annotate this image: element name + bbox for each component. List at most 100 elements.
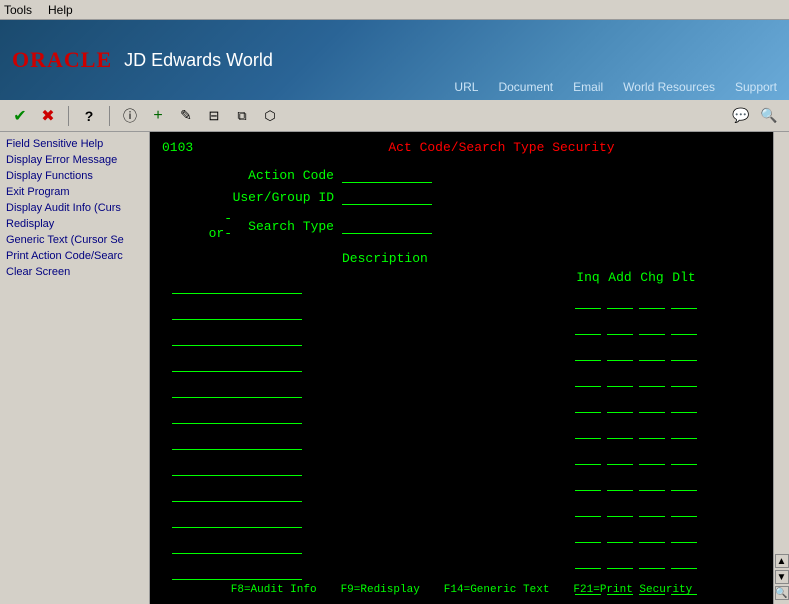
- dlt-row-13[interactable]: [671, 597, 697, 604]
- add-row-1[interactable]: [607, 285, 633, 309]
- ok-button[interactable]: ✔: [8, 104, 32, 128]
- dlt-row-10[interactable]: [671, 519, 697, 543]
- desc-row-6[interactable]: [172, 400, 302, 424]
- sidebar-item-field-sensitive-help[interactable]: Field Sensitive Help: [0, 136, 149, 152]
- desc-row-11[interactable]: [172, 530, 302, 554]
- desc-row-12[interactable]: [172, 556, 302, 580]
- nav-email[interactable]: Email: [573, 80, 603, 94]
- chg-row-10[interactable]: [639, 519, 665, 543]
- scroll-down-button[interactable]: ▼: [775, 570, 789, 584]
- inq-row-1[interactable]: [575, 285, 601, 309]
- add-row-3[interactable]: [607, 337, 633, 361]
- cancel-button[interactable]: ✖: [36, 104, 60, 128]
- delete-button[interactable]: ⊟: [202, 104, 226, 128]
- sidebar-item-display-error-message[interactable]: Display Error Message: [0, 152, 149, 168]
- scroll-zoom-button[interactable]: 🔍: [775, 586, 789, 600]
- inq-row-3[interactable]: [575, 337, 601, 361]
- add-button[interactable]: +: [146, 104, 170, 128]
- desc-row-5[interactable]: [172, 374, 302, 398]
- inq-row-7[interactable]: [575, 441, 601, 465]
- desc-row-9[interactable]: [172, 478, 302, 502]
- add-row-2[interactable]: [607, 311, 633, 335]
- add-row-5[interactable]: [607, 389, 633, 413]
- sidebar-item-redisplay[interactable]: Redisplay: [0, 216, 149, 232]
- inq-row-6[interactable]: [575, 415, 601, 439]
- nav-support[interactable]: Support: [735, 80, 777, 94]
- inq-row-8[interactable]: [575, 467, 601, 491]
- dlt-row-2[interactable]: [671, 311, 697, 335]
- nav-document[interactable]: Document: [498, 80, 553, 94]
- help-button[interactable]: ?: [77, 104, 101, 128]
- inq-row-2[interactable]: [575, 311, 601, 335]
- chg-row-6[interactable]: [639, 415, 665, 439]
- inq-row-4[interactable]: [575, 363, 601, 387]
- sidebar-item-generic-text[interactable]: Generic Text (Cursor Se: [0, 232, 149, 248]
- user-group-row: User/Group ID: [202, 189, 761, 205]
- chg-row-3[interactable]: [639, 337, 665, 361]
- paste-icon[interactable]: ⬡: [258, 104, 282, 128]
- copy-button[interactable]: ⧉: [230, 104, 254, 128]
- dlt-row-8[interactable]: [671, 467, 697, 491]
- chg-row-11[interactable]: [639, 545, 665, 569]
- inq-row-10[interactable]: [575, 519, 601, 543]
- menu-help[interactable]: Help: [48, 3, 73, 17]
- chg-row-7[interactable]: [639, 441, 665, 465]
- chg-row-5[interactable]: [639, 389, 665, 413]
- inq-row-5[interactable]: [575, 389, 601, 413]
- chg-row-2[interactable]: [639, 311, 665, 335]
- info-button[interactable]: ⓘ: [118, 104, 142, 128]
- dlt-row-1[interactable]: [671, 285, 697, 309]
- dlt-row-3[interactable]: [671, 337, 697, 361]
- add-row-11[interactable]: [607, 545, 633, 569]
- desc-row-10[interactable]: [172, 504, 302, 528]
- add-row-9[interactable]: [607, 493, 633, 517]
- fkey-f8[interactable]: F8=Audit Info: [231, 584, 317, 596]
- dlt-row-9[interactable]: [671, 493, 697, 517]
- user-group-input[interactable]: [342, 189, 432, 205]
- inq-row-11[interactable]: [575, 545, 601, 569]
- nav-world-resources[interactable]: World Resources: [623, 80, 715, 94]
- search-button[interactable]: 🔍: [757, 104, 781, 128]
- chg-row-8[interactable]: [639, 467, 665, 491]
- menu-tools[interactable]: Tools: [4, 3, 32, 17]
- inq-row-9[interactable]: [575, 493, 601, 517]
- add-row-4[interactable]: [607, 363, 633, 387]
- dlt-row-11[interactable]: [671, 545, 697, 569]
- sidebar-item-exit-program[interactable]: Exit Program: [0, 184, 149, 200]
- desc-row-1[interactable]: [172, 270, 302, 294]
- main: Field Sensitive Help Display Error Messa…: [0, 132, 789, 604]
- sidebar-item-clear-screen[interactable]: Clear Screen: [0, 264, 149, 280]
- fkey-f14[interactable]: F14=Generic Text: [444, 584, 550, 596]
- jde-text: JD Edwards World: [124, 50, 273, 71]
- nav-url[interactable]: URL: [454, 80, 478, 94]
- add-row-10[interactable]: [607, 519, 633, 543]
- sidebar-item-display-functions[interactable]: Display Functions: [0, 168, 149, 184]
- chg-row-1[interactable]: [639, 285, 665, 309]
- chat-button[interactable]: 💬: [729, 104, 753, 128]
- inq-row-13[interactable]: [575, 597, 601, 604]
- sidebar-item-display-audit-info[interactable]: Display Audit Info (Curs: [0, 200, 149, 216]
- add-row-6[interactable]: [607, 415, 633, 439]
- desc-row-7[interactable]: [172, 426, 302, 450]
- scroll-up-button[interactable]: ▲: [775, 554, 789, 568]
- dlt-row-4[interactable]: [671, 363, 697, 387]
- sidebar-item-print-action-code[interactable]: Print Action Code/Searc: [0, 248, 149, 264]
- fkey-f9[interactable]: F9=Redisplay: [341, 584, 420, 596]
- desc-row-2[interactable]: [172, 296, 302, 320]
- desc-row-4[interactable]: [172, 348, 302, 372]
- dlt-row-6[interactable]: [671, 415, 697, 439]
- add-row-13[interactable]: [607, 597, 633, 604]
- add-row-7[interactable]: [607, 441, 633, 465]
- dlt-row-7[interactable]: [671, 441, 697, 465]
- chg-row-4[interactable]: [639, 363, 665, 387]
- fkey-f21[interactable]: F21=Print Security: [573, 584, 692, 596]
- desc-row-3[interactable]: [172, 322, 302, 346]
- chg-row-13[interactable]: [639, 597, 665, 604]
- edit-button[interactable]: ✎: [174, 104, 198, 128]
- action-code-input[interactable]: [342, 167, 432, 183]
- add-row-8[interactable]: [607, 467, 633, 491]
- search-type-input[interactable]: [342, 218, 432, 234]
- dlt-row-5[interactable]: [671, 389, 697, 413]
- desc-row-8[interactable]: [172, 452, 302, 476]
- chg-row-9[interactable]: [639, 493, 665, 517]
